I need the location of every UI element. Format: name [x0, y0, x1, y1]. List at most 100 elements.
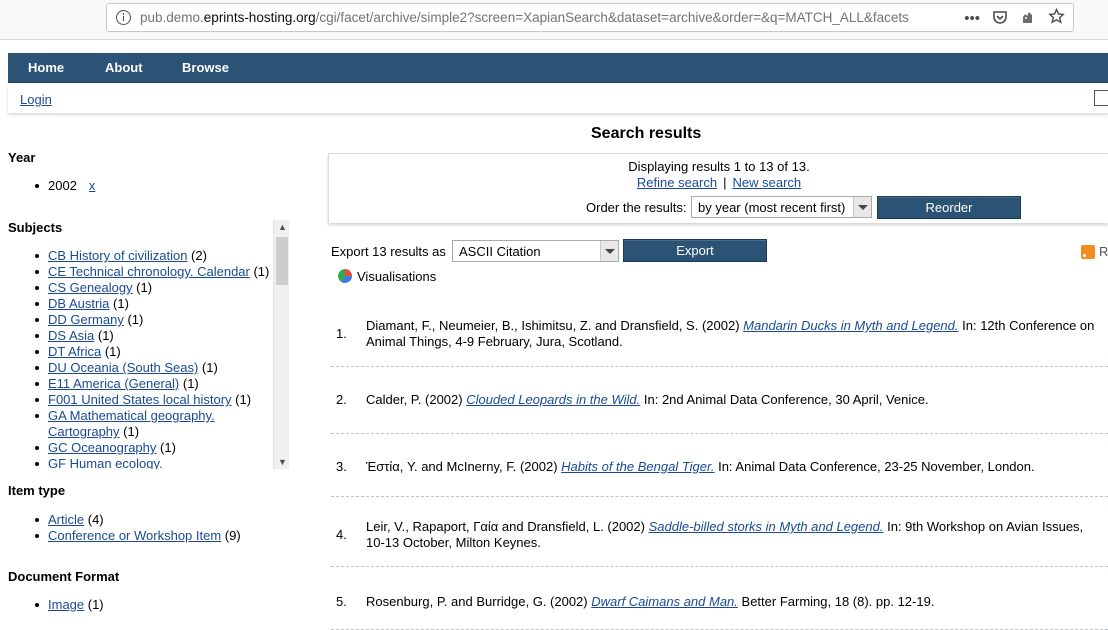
subjects-scrollbar[interactable]: ▲ ▼ [273, 220, 289, 469]
subject-item: F001 United States local history (1) [35, 392, 289, 408]
result-authors: Leir, V., Rapaport, Γαία and Dransfield,… [366, 519, 649, 534]
scroll-down-icon[interactable]: ▼ [278, 457, 287, 467]
result-item: 3. Έστία, Y. and McInerny, F. (2002) Habi… [331, 437, 1108, 497]
result-item: 1. Diamant, F., Neumeier, B., Ishimitsu, … [331, 303, 1108, 367]
result-citation: Diamant, F., Neumeier, B., Ishimitsu, Z.… [366, 318, 1101, 350]
subject-item: CB History of civilization (2) [35, 248, 289, 264]
order-select[interactable]: by year (most recent first) [691, 196, 872, 218]
subject-count: (1) [94, 328, 114, 343]
nav-browse[interactable]: Browse [182, 60, 229, 75]
subject-link[interactable]: GF Human ecology. [48, 456, 163, 469]
result-authors: Έστία, Y. and McInerny, F. (2002) [366, 459, 562, 474]
doc-format-link[interactable]: Image [48, 597, 84, 612]
result-title-link[interactable]: Clouded Leopards in the Wild. [466, 392, 640, 407]
link-separator: | [723, 175, 727, 190]
item-type-count: (9) [221, 528, 241, 543]
visualisations-label: Visualisations [357, 268, 437, 284]
visualisations-link[interactable]: Visualisations [337, 268, 436, 284]
new-search-link[interactable]: New search [732, 175, 801, 190]
remove-year-filter[interactable]: x [89, 178, 96, 193]
results-count: Displaying results 1 to 13 of 13. [628, 159, 810, 174]
subject-link[interactable]: DD Germany [48, 312, 124, 327]
subject-count: (1) [119, 424, 140, 439]
subject-item: CS Genealogy (1) [35, 280, 289, 296]
subject-link[interactable]: CE Technical chronology. Calendar [48, 264, 250, 279]
url-text[interactable]: pub.demo.eprints-hosting.org/cgi/facet/a… [140, 10, 935, 25]
subject-link[interactable]: DS Asia [48, 328, 94, 343]
nav-about[interactable]: About [105, 60, 143, 75]
subject-link[interactable]: GC Oceanography [48, 440, 156, 455]
subject-item: DU Oceania (South Seas) (1) [35, 360, 289, 376]
export-button[interactable]: Export [623, 239, 767, 262]
item-type-item: Conference or Workshop Item (9) [35, 528, 241, 544]
export-format-select[interactable]: ASCII Citation [452, 240, 619, 262]
subject-count: (1) [156, 440, 176, 455]
result-number: 3. [336, 459, 347, 474]
item-type-link[interactable]: Article [48, 512, 84, 527]
result-title-link[interactable]: Dwarf Caimans and Man. [591, 594, 738, 609]
login-link[interactable]: Login [20, 92, 52, 107]
search-links: Refine search | New search [329, 175, 1108, 190]
subject-count: (1) [249, 264, 270, 279]
page-title: Search results [591, 125, 702, 142]
subject-item: CE Technical chronology. Calendar (1) [35, 264, 289, 280]
nav-home[interactable]: Home [28, 60, 64, 75]
item-type-link[interactable]: Conference or Workshop Item [48, 528, 221, 543]
subject-count: (1) [179, 376, 199, 391]
subject-item: GC Oceanography (1) [35, 440, 289, 456]
refine-search-link[interactable]: Refine search [637, 175, 717, 190]
year-facet-list: 2002 x [34, 178, 96, 194]
result-venue: In: Animal Data Conference, 23-25 Novemb… [714, 459, 1035, 474]
search-controls: Displaying results 1 to 13 of 13. Refine… [328, 153, 1108, 223]
subject-link[interactable]: CS Genealogy [48, 280, 133, 295]
result-title-link[interactable]: Habits of the Bengal Tiger. [561, 459, 714, 474]
result-authors: Calder, P. (2002) [366, 392, 467, 407]
subjects-scroll-area[interactable]: CB History of civilization (2) CE Technic… [0, 238, 289, 469]
search-box-edge[interactable] [1094, 90, 1108, 106]
result-item: 5. Rosenburg, P. and Burridge, G. (2002) … [331, 570, 1108, 630]
main-nav: Home About Browse [8, 53, 1108, 83]
extension-icon[interactable] [1020, 9, 1036, 30]
subject-count: (1) [123, 312, 144, 327]
subject-count: (1) [109, 296, 129, 311]
result-citation: Calder, P. (2002) Clouded Leopards in th… [366, 392, 1101, 408]
browser-toolbar: pub.demo.eprints-hosting.org/cgi/facet/a… [0, 0, 1108, 40]
bookmark-star-icon[interactable] [1048, 7, 1065, 30]
document-format-list: Image (1) [35, 597, 104, 613]
pocket-icon[interactable] [992, 9, 1008, 30]
result-item: 4. Leir, V., Rapaport, Γαία and Dransfiel… [331, 500, 1108, 567]
reorder-button[interactable]: Reorder [877, 196, 1021, 219]
result-citation: Έστία, Y. and McInerny, F. (2002) Habits… [366, 459, 1101, 475]
year-value: 2002 [48, 178, 77, 193]
subject-link[interactable]: DB Austria [48, 296, 109, 311]
result-citation: Leir, V., Rapaport, Γαία and Dransfield,… [366, 519, 1101, 551]
result-authors: Rosenburg, P. and Burridge, G. (2002) [366, 594, 592, 609]
scroll-up-icon[interactable]: ▲ [278, 222, 287, 232]
address-bar[interactable]: pub.demo.eprints-hosting.org/cgi/facet/a… [106, 3, 1074, 32]
result-number: 1. [336, 326, 347, 341]
info-icon[interactable] [116, 10, 131, 25]
result-number: 4. [336, 527, 347, 542]
result-title-link[interactable]: Mandarin Ducks in Myth and Legend. [743, 318, 958, 333]
subject-item: GA Mathematical geography. Cartography (… [35, 408, 289, 440]
doc-format-item: Image (1) [35, 597, 104, 613]
chevron-down-icon[interactable] [600, 241, 618, 261]
rss-label: R [1099, 244, 1108, 259]
subject-link[interactable]: CB History of civilization [48, 248, 187, 263]
year-heading: Year [8, 150, 36, 165]
result-title-link[interactable]: Saddle-billed storks in Myth and Legend. [649, 519, 884, 534]
subject-link[interactable]: DU Oceania (South Seas) [48, 360, 198, 375]
page-actions-menu-icon[interactable]: ••• [964, 10, 980, 28]
subject-link[interactable]: F001 United States local history [48, 392, 232, 407]
scroll-thumb[interactable] [276, 237, 288, 285]
result-item: 2. Calder, P. (2002) Clouded Leopards in … [331, 370, 1108, 434]
subject-count: (1) [231, 392, 252, 407]
subjects-heading: Subjects [8, 220, 63, 235]
result-number: 5. [336, 594, 347, 609]
pie-chart-icon [338, 269, 352, 283]
subject-link[interactable]: E11 America (General) [48, 376, 179, 391]
subject-item: DB Austria (1) [35, 296, 289, 312]
subject-link[interactable]: DT Africa [48, 344, 101, 359]
rss-feed-link[interactable]: R [1081, 244, 1108, 259]
chevron-down-icon[interactable] [853, 197, 871, 217]
